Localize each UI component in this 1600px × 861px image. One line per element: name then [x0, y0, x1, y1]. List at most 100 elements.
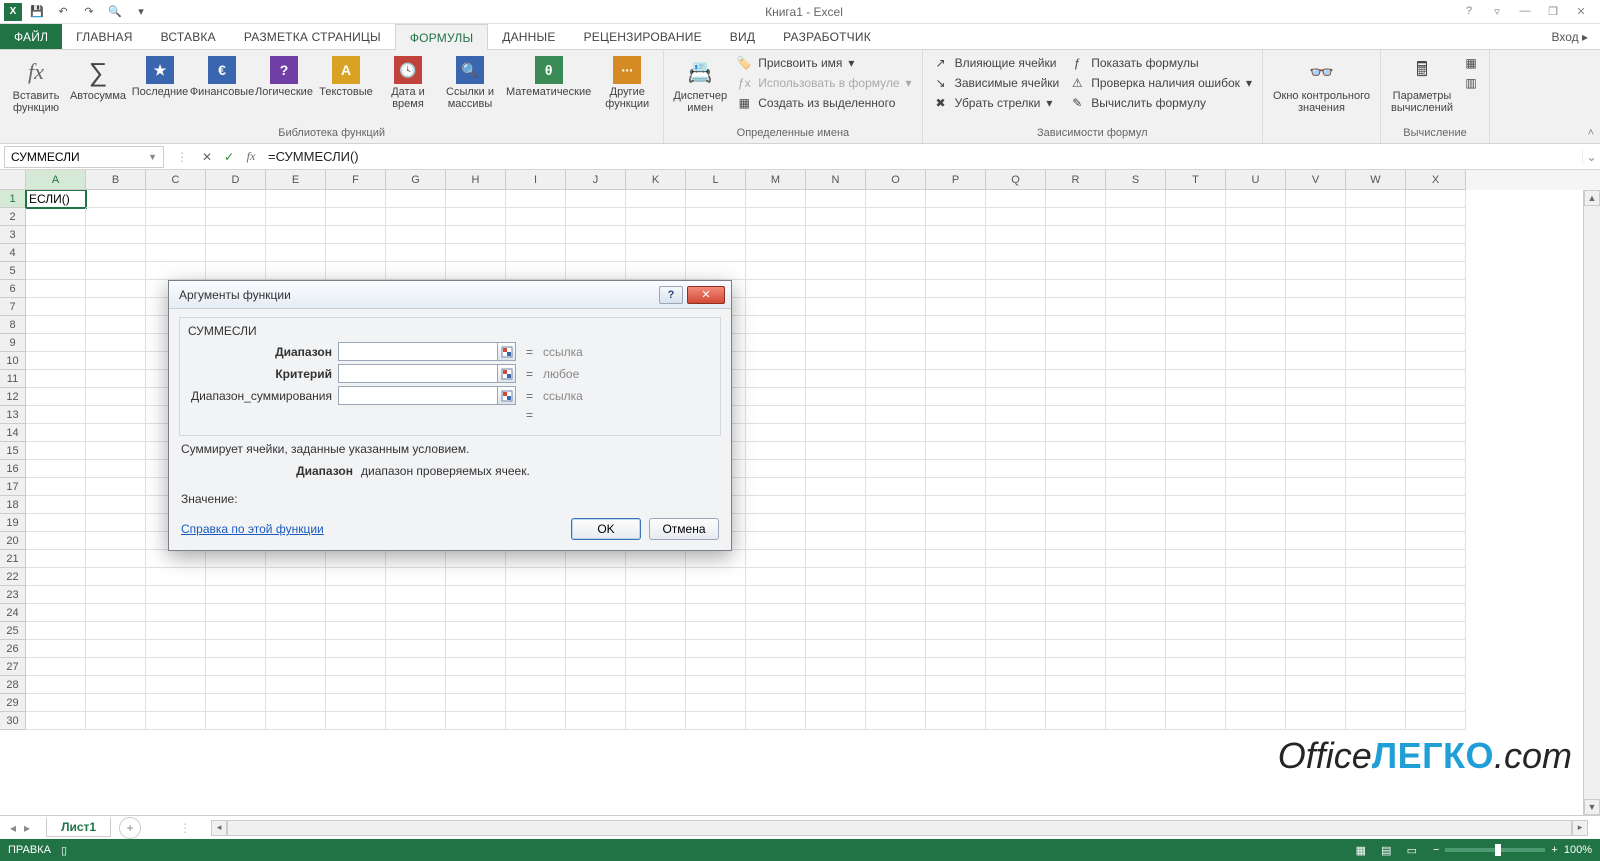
cell[interactable]: [1286, 514, 1346, 532]
cell[interactable]: [506, 244, 566, 262]
cell[interactable]: [1226, 514, 1286, 532]
cell[interactable]: [266, 226, 326, 244]
row-header[interactable]: 28: [0, 676, 26, 694]
cell[interactable]: [926, 550, 986, 568]
cell[interactable]: [1346, 208, 1406, 226]
cell[interactable]: [1046, 190, 1106, 208]
cell[interactable]: [26, 514, 86, 532]
cell[interactable]: [1346, 712, 1406, 730]
cell[interactable]: [926, 712, 986, 730]
cell[interactable]: [1226, 442, 1286, 460]
cell[interactable]: [26, 442, 86, 460]
cell[interactable]: [146, 712, 206, 730]
column-header[interactable]: O: [866, 170, 926, 190]
cell[interactable]: [26, 370, 86, 388]
cell[interactable]: [86, 568, 146, 586]
sheet-tab[interactable]: Лист1: [46, 818, 111, 837]
cell[interactable]: [1046, 622, 1106, 640]
cell[interactable]: [1046, 442, 1106, 460]
cell[interactable]: [86, 658, 146, 676]
cell[interactable]: [1406, 208, 1466, 226]
cell[interactable]: [626, 226, 686, 244]
cell[interactable]: [1106, 658, 1166, 676]
cell[interactable]: [566, 190, 626, 208]
cell[interactable]: [86, 262, 146, 280]
cell[interactable]: [1166, 532, 1226, 550]
cell[interactable]: [1406, 586, 1466, 604]
row-header[interactable]: 29: [0, 694, 26, 712]
cell[interactable]: [86, 478, 146, 496]
cell[interactable]: [26, 262, 86, 280]
cell[interactable]: [266, 604, 326, 622]
cell[interactable]: [566, 262, 626, 280]
cell[interactable]: [1286, 298, 1346, 316]
tab-home[interactable]: ГЛАВНАЯ: [62, 24, 146, 49]
cell[interactable]: [1046, 460, 1106, 478]
cell[interactable]: [206, 712, 266, 730]
cell[interactable]: [206, 676, 266, 694]
column-header[interactable]: H: [446, 170, 506, 190]
column-header[interactable]: A: [26, 170, 86, 190]
cell[interactable]: [1106, 586, 1166, 604]
cell[interactable]: [746, 514, 806, 532]
cell[interactable]: [566, 676, 626, 694]
remove-arrows-button[interactable]: ✖Убрать стрелки ▾: [929, 94, 1064, 112]
cell[interactable]: [1406, 316, 1466, 334]
row-header[interactable]: 15: [0, 442, 26, 460]
cell[interactable]: [1166, 244, 1226, 262]
cell[interactable]: [986, 208, 1046, 226]
cell[interactable]: [1166, 334, 1226, 352]
cell[interactable]: [1046, 568, 1106, 586]
cell[interactable]: [1106, 190, 1166, 208]
cell[interactable]: [26, 298, 86, 316]
tab-developer[interactable]: РАЗРАБОТЧИК: [769, 24, 885, 49]
cell[interactable]: [866, 208, 926, 226]
column-header[interactable]: X: [1406, 170, 1466, 190]
cell[interactable]: [1226, 316, 1286, 334]
cell[interactable]: [1406, 388, 1466, 406]
cell[interactable]: [746, 388, 806, 406]
cell[interactable]: [746, 496, 806, 514]
dialog-help-button[interactable]: ?: [659, 286, 683, 304]
cell[interactable]: [1226, 334, 1286, 352]
cell[interactable]: [806, 388, 866, 406]
cell[interactable]: [26, 406, 86, 424]
cell[interactable]: [1046, 712, 1106, 730]
column-header[interactable]: N: [806, 170, 866, 190]
row-header[interactable]: 30: [0, 712, 26, 730]
logical-button[interactable]: ? Логические: [254, 52, 314, 98]
row-header[interactable]: 18: [0, 496, 26, 514]
cell[interactable]: [566, 658, 626, 676]
cell[interactable]: [746, 550, 806, 568]
cell[interactable]: [1346, 424, 1406, 442]
cell[interactable]: [1226, 586, 1286, 604]
cell[interactable]: [1226, 280, 1286, 298]
cell[interactable]: [386, 694, 446, 712]
cell[interactable]: [1226, 406, 1286, 424]
cell[interactable]: [926, 514, 986, 532]
cell[interactable]: [86, 388, 146, 406]
cell[interactable]: [266, 694, 326, 712]
cell[interactable]: [326, 244, 386, 262]
cell[interactable]: [26, 208, 86, 226]
column-header[interactable]: K: [626, 170, 686, 190]
cell[interactable]: [26, 460, 86, 478]
cell[interactable]: [146, 622, 206, 640]
cell[interactable]: [506, 226, 566, 244]
cell[interactable]: [866, 334, 926, 352]
cell[interactable]: [1166, 514, 1226, 532]
cell[interactable]: [1286, 460, 1346, 478]
cell[interactable]: [326, 226, 386, 244]
cell[interactable]: [1226, 460, 1286, 478]
cell[interactable]: [806, 190, 866, 208]
cell[interactable]: [986, 370, 1046, 388]
cell[interactable]: [326, 622, 386, 640]
cell[interactable]: [1346, 550, 1406, 568]
cell[interactable]: [1226, 532, 1286, 550]
cell[interactable]: [1226, 388, 1286, 406]
cell[interactable]: [266, 676, 326, 694]
row-header[interactable]: 10: [0, 352, 26, 370]
cell[interactable]: [386, 550, 446, 568]
cell[interactable]: [866, 532, 926, 550]
cell[interactable]: [686, 262, 746, 280]
